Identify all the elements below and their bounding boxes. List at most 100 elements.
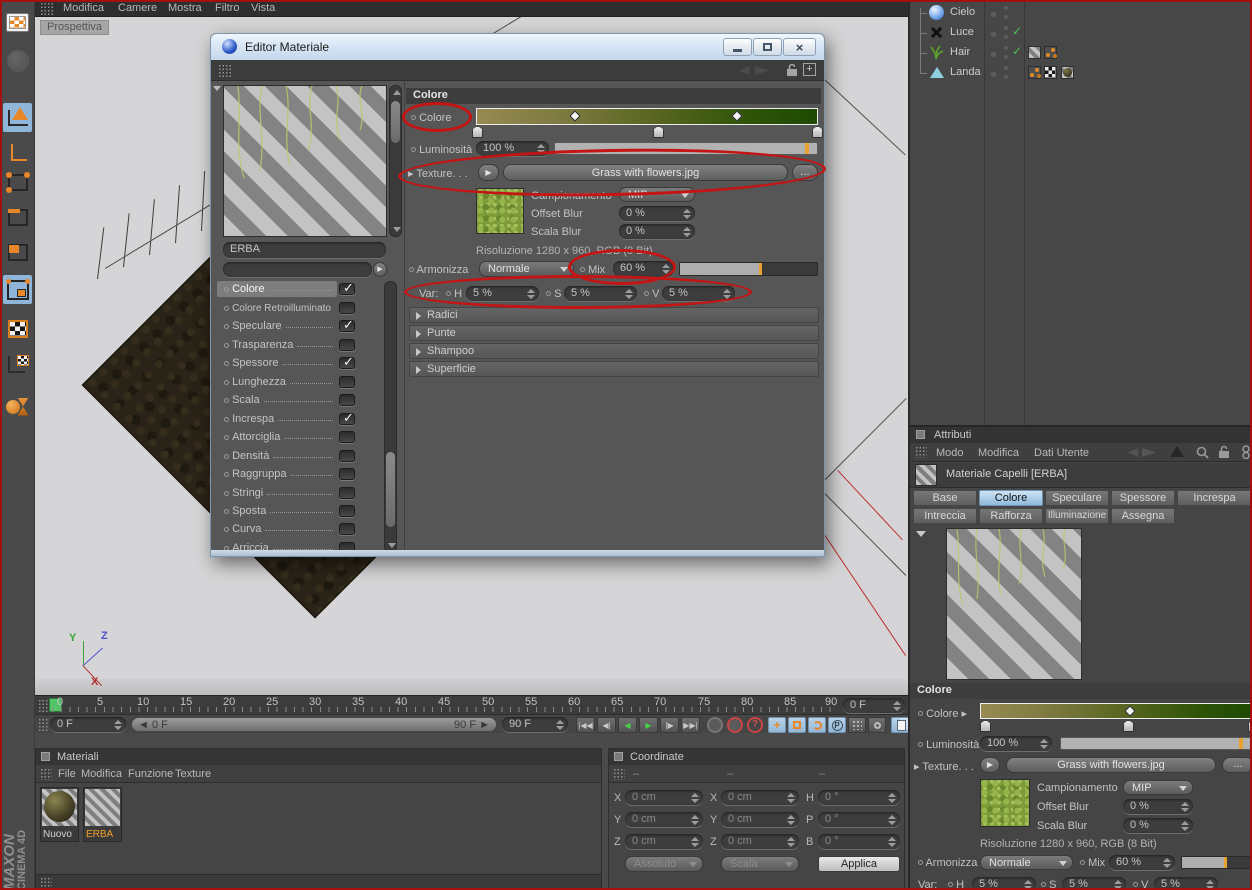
play-backward-button[interactable]: ◀ [618,717,637,733]
shader-field[interactable] [223,262,372,277]
keying-settings-button[interactable] [868,717,886,733]
polygon-mode-icon[interactable] [3,238,32,267]
channel-row-speculare[interactable]: Speculare [217,318,337,334]
channel-checkbox[interactable] [339,339,355,351]
channel-checkbox[interactable] [339,354,355,370]
attr-texture-browse-button[interactable]: ... [1222,757,1252,773]
material-tag-erba[interactable] [1028,46,1041,59]
dialog-grip[interactable] [218,64,231,77]
gradient-knob[interactable] [653,126,664,138]
section-shampoo[interactable]: Shampoo [409,343,819,359]
attr-mix-field[interactable]: 60 % [1109,855,1175,870]
luminosita-field[interactable]: 100 % [476,141,549,156]
hair-collision-tag[interactable] [1028,66,1041,79]
keyframe-options-button[interactable]: ? [747,717,763,733]
materials-bottom-grip[interactable] [40,877,52,888]
tab-assegna[interactable]: Assegna [1111,508,1175,524]
gradient-diamond[interactable] [569,110,581,122]
record-rotation-button[interactable] [808,717,826,733]
attr-mix-slider[interactable] [1181,856,1252,869]
tab-speculare[interactable]: Speculare [1045,490,1109,506]
render-dot[interactable] [1004,46,1008,50]
scroll-down-icon[interactable] [388,543,396,548]
coordinates-grip[interactable] [613,768,625,780]
history-icon[interactable] [1240,445,1252,459]
coord-field-p[interactable]: 0 ° [818,812,900,827]
gradient-diamond[interactable] [1124,705,1136,717]
gradient-knob[interactable] [980,720,991,732]
channel-checkbox[interactable] [339,376,355,388]
var-h-field[interactable]: 5 % [466,286,539,301]
end-frame-field[interactable]: 90 F [502,717,568,732]
channel-row-trasparenza[interactable]: Trasparenza [217,337,337,353]
timeline-ruler[interactable]: 0 5 10 15 20 25 30 35 40 45 50 55 60 65 … [35,695,908,714]
material-thumb-erba[interactable]: ERBA [83,787,122,842]
attr-scala-blur-field[interactable]: 0 % [1123,818,1193,833]
object-name[interactable]: Hair [950,46,970,58]
object-row-cielo[interactable]: Cielo [910,3,1252,23]
editor-dot[interactable] [1004,15,1008,19]
dialog-bottom-frame[interactable] [211,550,824,556]
material-preview[interactable] [223,85,387,237]
object-row-hair[interactable]: Hair ✓ [910,43,1252,63]
coord-field-sx[interactable]: 0 cm [721,790,799,805]
var-s-field[interactable]: 5 % [564,286,637,301]
campionamento-dropdown[interactable]: MIP [619,187,695,202]
axis-mode-icon[interactable] [3,139,32,168]
attr-texture-arrow-button[interactable]: ▶ [980,757,1000,773]
section-punte[interactable]: Punte [409,325,819,341]
compositing-tag[interactable] [1044,66,1057,79]
coordinates-titlebar[interactable]: Coordinate [609,749,904,765]
scroll-down-icon[interactable] [393,227,401,232]
attr-color-gradient[interactable] [980,703,1252,719]
lock-icon[interactable] [786,63,798,77]
render-dot[interactable] [1004,26,1008,30]
section-superficie[interactable]: Superficie [409,361,819,377]
coord-field-b[interactable]: 0 ° [818,834,900,849]
material-tag-nuovo[interactable] [1061,66,1074,79]
texture-browse-button[interactable]: ... [792,164,818,181]
attr-armonizza-dropdown[interactable]: Normale [980,855,1073,870]
shader-arrow-button[interactable]: ▶ [373,262,387,277]
tab-colore[interactable]: Colore [979,490,1043,506]
texture-axis-icon[interactable] [3,351,32,380]
channel-row-spessore[interactable]: Spessore [217,355,337,371]
luminosita-slider[interactable] [554,142,818,155]
materials-menu-file[interactable]: File [58,768,76,780]
texture-mode-icon[interactable] [3,314,32,343]
enable-dot[interactable] [990,10,997,17]
texture-axis-mode-icon[interactable] [3,275,32,304]
current-frame-field[interactable]: 0 F [50,717,126,732]
scala-blur-field[interactable]: 0 % [619,224,695,239]
menu-modifica[interactable]: Modifica [63,2,104,14]
gradient-knob[interactable] [1248,720,1252,732]
render-dot[interactable] [1004,66,1008,70]
playbar-grip[interactable] [38,718,48,731]
channel-row-increspa[interactable]: Increspa [217,411,337,427]
attr-campionamento-dropdown[interactable]: MIP [1123,780,1193,795]
layout-icon[interactable] [3,8,32,37]
coord-field-py[interactable]: 0 cm [625,812,703,827]
close-button[interactable]: × [783,38,816,56]
preview-scrollbar[interactable] [389,85,402,237]
up-arrow-icon[interactable] [1170,446,1184,457]
maximize-button[interactable] [753,38,782,56]
section-radici[interactable]: Radici [409,307,819,323]
collapse-arrow-icon[interactable] [916,531,926,542]
channel-checkbox[interactable] [339,280,355,296]
object-name[interactable]: Landa [950,66,981,78]
enable-dot[interactable] [990,30,997,37]
channel-row-curva[interactable]: Curva [217,521,337,537]
channel-row-attorciglia[interactable]: Attorciglia [217,429,337,445]
materials-grip[interactable] [40,768,52,780]
model-mode-icon[interactable] [3,103,32,132]
color-gradient[interactable] [476,108,818,125]
hair-tag[interactable] [1044,46,1057,59]
enable-dot[interactable] [990,70,997,77]
attr-luminosita-field[interactable]: 100 % [980,736,1052,751]
channel-checkbox[interactable] [339,450,355,462]
channel-row-lunghezza[interactable]: Lunghezza [217,374,337,390]
goto-end-button[interactable]: ▶▶| [681,717,700,733]
editor-dot[interactable] [1004,35,1008,39]
gradient-diamond[interactable] [731,110,743,122]
